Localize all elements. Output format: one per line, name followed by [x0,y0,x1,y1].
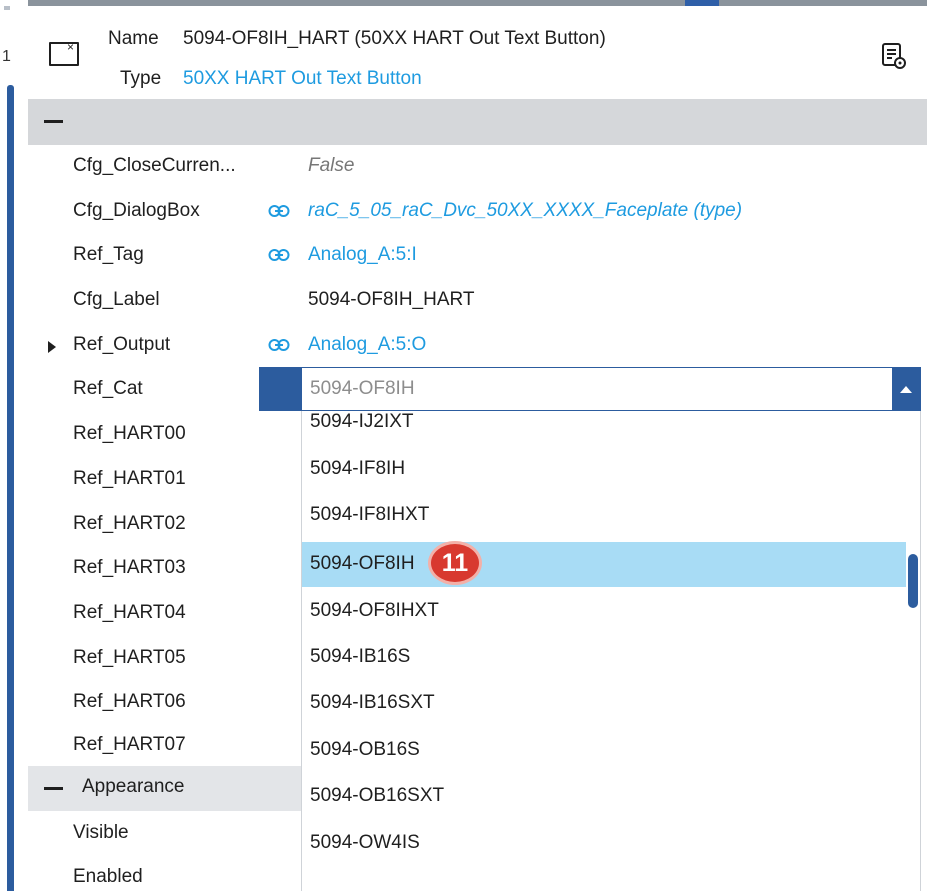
property-row-ref-output[interactable]: Ref_Output Analog_A:5:O [28,324,927,368]
type-link[interactable]: 50XX HART Out Text Button [183,68,422,90]
option-label: 5094-OB16S [310,739,420,760]
property-label: Ref_HART02 [73,513,186,534]
appearance-section-header[interactable]: Appearance [28,766,301,811]
property-label: Cfg_DialogBox [73,200,200,221]
gutter-selection-bar [7,85,14,891]
property-label: Ref_HART06 [73,691,186,712]
property-label: Ref_HART03 [73,557,186,578]
property-value[interactable]: False [308,155,354,177]
link-icon[interactable] [268,338,290,352]
gutter-number: 1 [2,48,11,65]
property-label: Ref_HART00 [73,423,186,444]
dropdown-option[interactable]: 5094-IJ2IXT [302,411,906,445]
dropdown-option[interactable]: 5094-IB16SXT [302,681,906,726]
property-value-link[interactable]: raC_5_05_raC_Dvc_50XX_XXXX_Faceplate (ty… [308,200,742,222]
properties-section-header[interactable] [28,99,927,145]
property-label: Ref_HART05 [73,647,186,668]
property-label: Ref_HART07 [73,734,186,755]
text-button-icon [49,40,79,66]
left-gutter: 1 [0,0,28,891]
link-icon[interactable] [268,248,290,262]
option-label: 5094-OB16SXT [310,785,445,806]
dropdown-option[interactable]: 5094-OB16SXT [302,774,906,819]
gutter-tick [4,6,10,10]
ref-cat-combobox[interactable]: 5094-OF8IH [301,367,921,411]
property-panel: 1 Name 5094-OF8IH_HART (50XX HART Out Te… [0,0,927,891]
scrollbar-thumb[interactable] [908,554,918,608]
expand-arrow-icon[interactable] [48,341,56,353]
collapse-icon[interactable] [44,787,63,790]
name-value: 5094-OF8IH_HART (50XX HART Out Text Butt… [183,28,606,49]
combobox-value[interactable]: 5094-OF8IH [310,378,415,400]
collapse-icon[interactable] [44,120,63,123]
dropdown-list[interactable]: 5094-IJ2IXT 5094-IF8IH 5094-IF8IHXT 5094… [301,411,921,891]
name-label: Name [108,28,159,49]
dropdown-option-selected[interactable]: 5094-OF8IH [302,542,906,587]
option-label: 5094-IB16SXT [310,692,435,713]
dropdown-option[interactable]: 5094-IB16S [302,635,906,680]
dropdown-option[interactable]: 5094-OB16S [302,728,906,773]
property-value-link[interactable]: Analog_A:5:I [308,244,417,266]
chevron-up-icon[interactable] [892,368,920,410]
property-row-cfg-label[interactable]: Cfg_Label 5094-OF8IH_HART [28,279,927,323]
property-label: Cfg_Label [73,289,160,310]
property-settings-icon[interactable] [881,42,907,70]
active-row-marker [259,367,301,411]
option-label: 5094-IJ2IXT [310,411,414,432]
property-label: Ref_HART04 [73,602,186,623]
property-value-link[interactable]: Analog_A:5:O [308,334,426,356]
dropdown-option[interactable]: 5094-IF8IHXT [302,493,906,538]
property-label: Ref_Tag [73,244,144,265]
appearance-title: Appearance [82,776,185,797]
property-label: Ref_Output [73,334,171,355]
option-label: 5094-IF8IH [310,458,406,479]
option-label: 5094-OW4IS [310,832,420,853]
dropdown-option[interactable]: 5094-OF8IHXT [302,589,906,634]
property-label: Ref_HART01 [73,468,186,489]
property-row-cfg-closecurrent[interactable]: Cfg_CloseCurren... False [28,145,927,189]
property-row-ref-tag[interactable]: Ref_Tag Analog_A:5:I [28,234,927,278]
type-label: Type [120,68,162,89]
option-label: 5094-OF8IH [310,553,415,574]
option-label: 5094-IF8IHXT [310,504,430,525]
dropdown-option[interactable]: 5094-OW4IS [302,821,906,866]
property-label: Enabled [73,866,143,887]
property-label: Ref_Cat [73,378,143,399]
dropdown-option[interactable]: 5094-IF8IH [302,447,906,492]
link-icon[interactable] [268,204,290,218]
property-value[interactable]: 5094-OF8IH_HART [308,289,475,311]
option-label: 5094-OF8IHXT [310,600,439,621]
property-label: Visible [73,822,129,843]
object-header: Name 5094-OF8IH_HART (50XX HART Out Text… [28,6,927,99]
property-label: Cfg_CloseCurren... [73,155,236,176]
property-row-cfg-dialogbox[interactable]: Cfg_DialogBox raC_5_05_raC_Dvc_50XX_XXXX… [28,190,927,234]
option-label: 5094-IB16S [310,646,411,667]
step-number-badge: 11 [428,541,482,585]
